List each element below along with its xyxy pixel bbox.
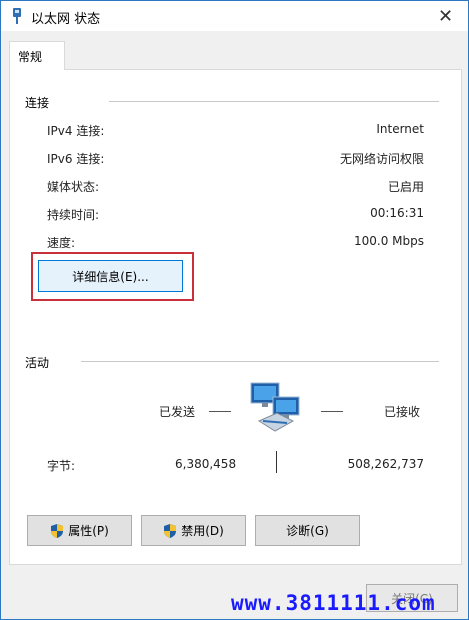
ipv4-connectivity-value: Internet	[376, 122, 424, 136]
details-button[interactable]: 详细信息(E)...	[38, 260, 183, 292]
bytes-sent-value: 6,380,458	[175, 457, 237, 471]
bytes-label: 字节:	[47, 459, 76, 473]
properties-button[interactable]: 属性(P)	[27, 515, 132, 546]
activity-section-divider	[81, 361, 439, 362]
window-title: 以太网 状态	[31, 12, 101, 27]
general-panel	[9, 69, 462, 565]
tab-general[interactable]: 常规	[9, 41, 65, 70]
media-state-value: 已启用	[387, 180, 424, 194]
activity-section-title: 活动	[25, 356, 50, 370]
network-computers-icon	[250, 382, 300, 432]
received-dash	[321, 411, 343, 412]
speed-label: 速度:	[47, 236, 76, 250]
diagnose-button[interactable]: 诊断(G)	[255, 515, 360, 546]
connection-section-title: 连接	[25, 96, 50, 110]
ipv6-connectivity-label: IPv6 连接:	[47, 152, 105, 166]
bytes-divider	[276, 451, 277, 473]
uac-shield-icon	[164, 523, 177, 538]
bytes-received-value: 508,262,737	[347, 457, 424, 471]
watermark-text: www.3811111.com	[231, 591, 436, 615]
media-state-label: 媒体状态:	[47, 180, 100, 194]
ipv4-connectivity-label: IPv4 连接:	[47, 124, 105, 138]
speed-value: 100.0 Mbps	[353, 234, 424, 248]
received-label: 已接收	[384, 405, 421, 419]
duration-label: 持续时间:	[47, 208, 100, 222]
sent-dash	[209, 411, 231, 412]
ipv6-connectivity-value: 无网络访问权限	[339, 152, 424, 166]
sent-label: 已发送	[159, 405, 196, 419]
close-icon[interactable]: ✕	[423, 1, 468, 31]
ethernet-status-window: 以太网 状态 ✕ 常规 连接 IPv4 连接: Internet IPv6 连接…	[0, 0, 469, 620]
disable-button-label: 禁用(D)	[181, 524, 224, 538]
duration-value: 00:16:31	[370, 206, 424, 220]
properties-button-label: 属性(P)	[68, 524, 109, 538]
uac-shield-icon	[51, 523, 64, 538]
title-bar[interactable]: 以太网 状态 ✕	[1, 1, 468, 31]
ethernet-status-icon	[13, 8, 21, 24]
connection-section-divider	[109, 101, 439, 102]
tab-general-label: 常规	[18, 50, 43, 64]
disable-button[interactable]: 禁用(D)	[141, 515, 246, 546]
